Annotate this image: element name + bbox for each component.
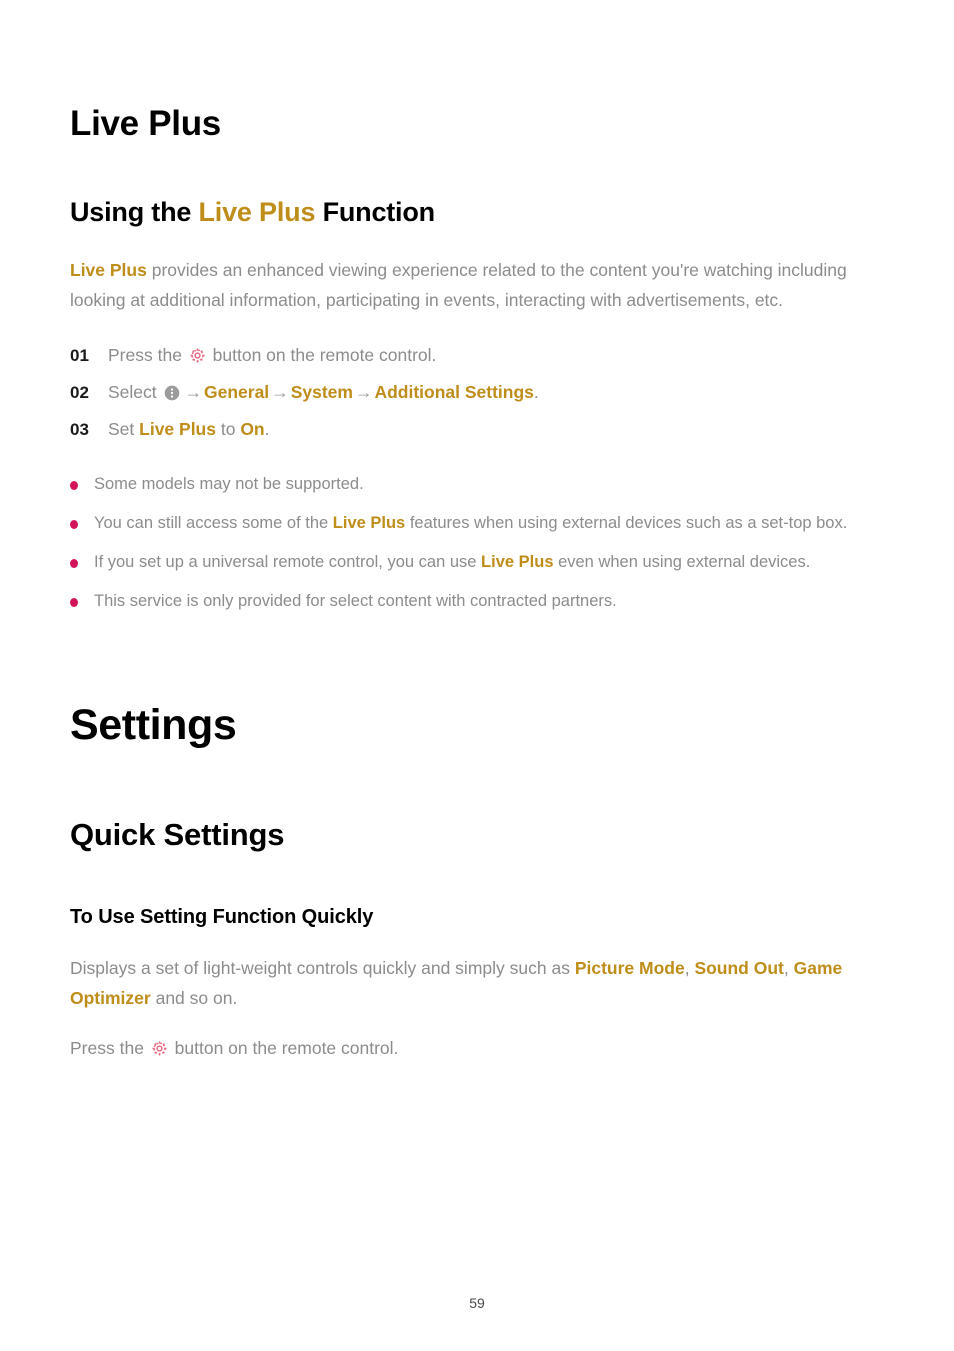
notes-list: Some models may not be supported. You can… (70, 470, 884, 615)
step-number: 02 (70, 382, 89, 402)
gear-icon (151, 1036, 168, 1056)
step-text: Select → General → System → Additional Settin… (108, 374, 884, 410)
subheading-to-use-setting-function-quickly: To Use Setting Function Quickly (70, 906, 374, 929)
kebab-circle-icon (164, 377, 180, 400)
quick-desc-term-1: Picture Mode (574, 958, 685, 979)
bullet-dot-icon (70, 587, 94, 607)
press-button-instruction: Press the button on the remote control. (70, 1033, 884, 1063)
menu-path-general: General (204, 381, 270, 402)
step-item: 01 Press the button on the remote contro… (70, 337, 884, 374)
list-item-text: This service is only provided for select… (94, 587, 884, 615)
step-item: 02 Select → General → System → Additional Set… (70, 374, 884, 411)
step-text-trailing: . (264, 418, 270, 439)
note-text-0: You can still access some of the (94, 513, 333, 532)
press-text-after: button on the remote control. (169, 1038, 399, 1059)
menu-path-additional-settings: Additional Settings (374, 381, 534, 402)
bullet-dot-icon (70, 470, 94, 490)
step-text: Set Live Plus to On. (108, 411, 884, 447)
quick-desc-text-4: , (783, 958, 794, 979)
note-text-0: If you set up a universal remote control… (94, 552, 482, 571)
quick-desc-text-6: and so on. (150, 988, 238, 1009)
step-item: 03 Set Live Plus to On. (70, 411, 884, 448)
bullet-dot-icon (70, 509, 94, 529)
intro-body: provides an enhanced viewing experience … (70, 259, 847, 310)
step-number: 01 (70, 345, 89, 365)
note-text-2: features when using external devices suc… (405, 513, 848, 532)
note-text-2: even when using external devices. (553, 552, 811, 571)
page-title: Live Plus (70, 104, 221, 143)
note-term-1: Live Plus (481, 552, 554, 571)
step-number: 03 (70, 419, 89, 439)
quick-desc-text-2: , (684, 958, 695, 979)
note-term-1: Live Plus (332, 513, 406, 532)
step-text-before-icon: Press the (108, 344, 187, 365)
gear-icon (189, 340, 206, 363)
note-text-0: Some models may not be supported. (94, 474, 364, 493)
section-heading-suffix: Function (315, 197, 436, 228)
press-text-before: Press the (70, 1038, 149, 1059)
intro-lead-term: Live Plus (70, 259, 147, 280)
page-number: 59 (469, 1295, 485, 1311)
list-item: This service is only provided for select… (70, 587, 884, 615)
setting-value-on: On (240, 418, 265, 439)
list-item: You can still access some of the Live Pl… (70, 509, 884, 537)
arrow-icon: → (271, 381, 289, 402)
menu-path-system: System (290, 381, 353, 402)
intro-paragraph: Live Plus provides an enhanced viewing e… (70, 255, 884, 315)
quick-desc-text-0: Displays a set of light-weight controls … (70, 958, 575, 979)
numbered-steps-list: 01 Press the button on the remote contro… (70, 337, 884, 448)
chapter-title-settings: Settings (70, 700, 237, 749)
setting-name-live-plus: Live Plus (139, 418, 216, 439)
list-item: If you set up a universal remote control… (70, 548, 884, 576)
step-text-before-icon: Select (108, 381, 162, 402)
step-text-middle: to (215, 418, 241, 439)
step-text-after-icon: button on the remote control. (207, 344, 437, 365)
quick-desc-term-3: Sound Out (694, 958, 784, 979)
arrow-icon: → (354, 381, 373, 402)
manual-page: Live Plus Using the Live Plus Function L… (0, 0, 954, 1351)
list-item: Some models may not be supported. (70, 470, 884, 498)
section-heading-using-live-plus: Using the Live Plus Function (70, 196, 884, 228)
step-text-trailing: . (533, 381, 539, 402)
arrow-icon: → (184, 381, 203, 402)
list-item-text: You can still access some of the Live Pl… (94, 509, 884, 537)
list-item-text: Some models may not be supported. (94, 470, 884, 498)
quick-settings-description: Displays a set of light-weight controls … (70, 953, 884, 1013)
step-text-prefix: Set (108, 418, 140, 439)
section-heading-quick-settings: Quick Settings (70, 817, 285, 853)
section-heading-highlight: Live Plus (198, 197, 316, 228)
section-heading-prefix: Using the (70, 197, 199, 228)
note-text-0: This service is only provided for select… (94, 591, 617, 610)
list-item-text: If you set up a universal remote control… (94, 548, 884, 576)
step-text: Press the button on the remote control. (108, 337, 884, 373)
bullet-dot-icon (70, 548, 94, 568)
